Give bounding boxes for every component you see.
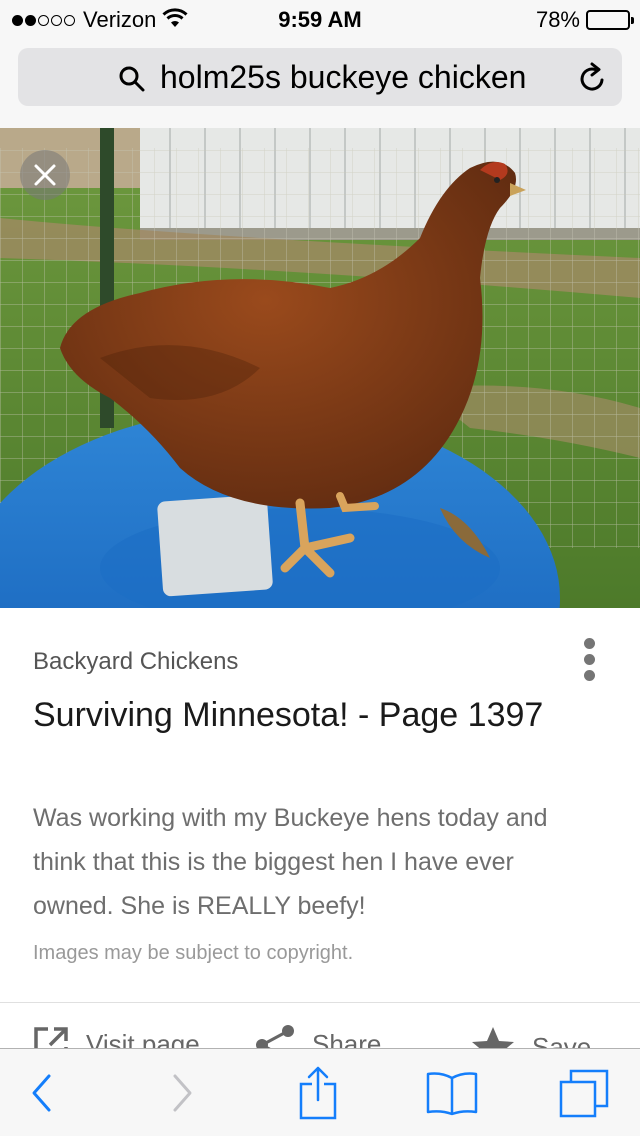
result-actions: Visit page Share Save [0,1003,640,1048]
result-card: Backyard Chickens Surviving Minnesota! -… [0,608,640,1002]
reload-icon[interactable] [578,62,608,99]
save-label: Save [532,1031,592,1049]
search-icon [118,65,146,98]
star-icon [472,1027,514,1048]
result-title[interactable]: Surviving Minnesota! - Page 1397 [33,692,553,739]
browser-address-area: holm25s buckeye chicken [0,40,640,128]
close-image-button[interactable] [20,150,70,200]
visit-page-label: Visit page [86,1028,200,1049]
copyright-notice: Images may be subject to copyright. [33,942,354,964]
search-query-text: holm25s buckeye chicken [160,59,527,95]
hen-photo [0,128,640,608]
result-description: Was working with my Buckeye hens today a… [33,804,548,920]
close-icon [34,164,56,186]
battery-status: 78% [535,6,634,34]
back-button[interactable] [12,1065,72,1121]
book-icon [426,1072,478,1116]
share-sheet-button[interactable] [288,1065,348,1121]
address-field[interactable]: holm25s buckeye chicken [18,48,622,106]
share-nodes-icon [256,1025,294,1048]
save-button[interactable]: Save [470,1025,591,1048]
bookmarks-button[interactable] [422,1065,482,1121]
tabs-icon [559,1069,609,1118]
chevron-left-icon [32,1074,51,1112]
battery-percent: 78% [535,7,580,32]
battery-icon [586,10,634,30]
status-bar: Verizon 9:59 AM 78% [0,0,640,40]
chevron-right-icon [173,1074,192,1112]
result-source[interactable]: Backyard Chickens [33,648,238,676]
share-label: Share [312,1028,382,1049]
open-external-icon [34,1027,68,1048]
visit-page-button[interactable]: Visit page [32,1025,200,1048]
share-button[interactable]: Share [256,1025,381,1048]
share-icon [299,1066,337,1120]
forward-button[interactable] [152,1065,212,1121]
result-image[interactable] [0,128,640,608]
tabs-button[interactable] [554,1065,614,1121]
browser-toolbar [0,1048,640,1136]
more-vertical-icon[interactable] [578,638,602,682]
